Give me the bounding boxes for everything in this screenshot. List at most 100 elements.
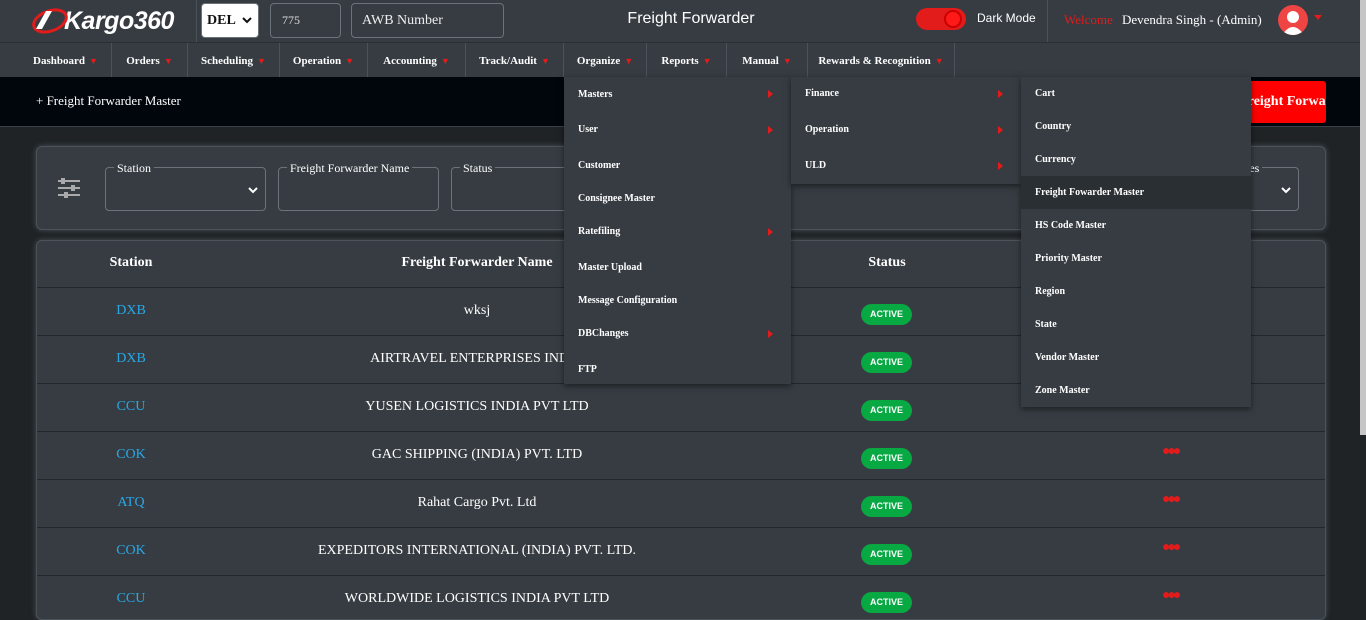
- column-header-station[interactable]: Station: [81, 255, 181, 271]
- more-actions-icon[interactable]: ●●●: [1162, 540, 1181, 556]
- dark-mode-toggle[interactable]: [916, 8, 966, 30]
- station-cell[interactable]: CCU: [81, 591, 181, 607]
- caret-down-icon: ▼: [89, 55, 98, 66]
- nav-scheduling[interactable]: Scheduling ▼: [188, 43, 280, 78]
- menu-item-ftp[interactable]: FTP: [564, 353, 791, 386]
- welcome-label: Welcome: [1064, 12, 1113, 27]
- awb-number-input[interactable]: AWB Number: [351, 3, 504, 38]
- station-cell[interactable]: CCU: [81, 399, 181, 415]
- menu-item-label: Finance: [805, 88, 839, 99]
- name-cell: WORLDWIDE LOGISTICS INDIA PVT LTD: [344, 591, 610, 606]
- menu-item-label: Operation: [805, 124, 849, 135]
- menu-item-freight-forwarder-master[interactable]: Freight Fowarder Master: [1021, 176, 1251, 209]
- menu-item-label: HS Code Master: [1035, 220, 1107, 231]
- status-badge: ACTIVE: [861, 592, 912, 613]
- user-avatar-icon: [1282, 11, 1304, 35]
- more-actions-icon[interactable]: ●●●: [1162, 588, 1181, 604]
- menu-item-region[interactable]: Region: [1021, 275, 1251, 308]
- name-filter-label: Freight Forwarder Name: [287, 161, 413, 176]
- menu-item-country[interactable]: Country: [1021, 110, 1251, 143]
- menu-item-label: Customer: [578, 160, 621, 171]
- filter-sliders-icon[interactable]: [57, 177, 81, 199]
- status-badge: ACTIVE: [861, 448, 912, 469]
- avatar[interactable]: [1278, 5, 1308, 35]
- menu-item-state[interactable]: State: [1021, 308, 1251, 341]
- nav-orders[interactable]: Orders ▼: [112, 43, 188, 78]
- logo-text: Kargo360: [64, 6, 174, 35]
- menu-item-finance[interactable]: Finance: [791, 77, 1021, 110]
- menu-item-label: ULD: [805, 160, 827, 171]
- station-select[interactable]: DEL: [201, 3, 259, 38]
- status-badge: ACTIVE: [861, 496, 912, 517]
- station-cell[interactable]: DXB: [81, 351, 181, 367]
- menu-item-hs-code-master[interactable]: HS Code Master: [1021, 209, 1251, 242]
- page-title: Freight Forwarder: [627, 10, 755, 27]
- menu-item-cart[interactable]: Cart: [1021, 77, 1251, 110]
- station-cell[interactable]: COK: [81, 543, 181, 559]
- menu-item-vendor-master[interactable]: Vendor Master: [1021, 341, 1251, 374]
- menu-item-consignee-master[interactable]: Consignee Master: [564, 182, 791, 215]
- submenu-arrow-icon: [998, 90, 1003, 98]
- menu-item-masters[interactable]: Masters: [564, 77, 791, 111]
- nav-accounting[interactable]: Accounting ▼: [368, 43, 466, 78]
- menu-item-label: Message Configuration: [578, 295, 678, 306]
- menu-item-priority-master[interactable]: Priority Master: [1021, 242, 1251, 275]
- menu-item-user[interactable]: User: [564, 113, 791, 146]
- main-nav: Dashboard ▼ Orders ▼ Scheduling ▼ Operation…: [0, 42, 1366, 78]
- caret-down-icon: ▼: [257, 55, 266, 66]
- menu-item-dbchanges[interactable]: DBChanges: [564, 317, 791, 350]
- menu-item-label: Region: [1035, 286, 1065, 297]
- menu-item-label: User: [578, 124, 598, 135]
- menu-item-master-upload[interactable]: Master Upload: [564, 251, 791, 284]
- nav-operation[interactable]: Operation ▼: [280, 43, 368, 78]
- page-scrollbar[interactable]: [1360, 0, 1366, 435]
- more-actions-icon[interactable]: ●●●: [1162, 444, 1181, 460]
- status-badge: ACTIVE: [861, 352, 912, 373]
- caret-down-icon: ▼: [934, 55, 944, 66]
- submenu-arrow-icon: [998, 162, 1003, 170]
- menu-item-zone-master[interactable]: Zone Master: [1021, 374, 1251, 407]
- table-row[interactable]: CCU WORLDWIDE LOGISTICS INDIA PVT LTD AC…: [37, 575, 1325, 619]
- station-cell[interactable]: COK: [81, 447, 181, 463]
- menu-item-operation[interactable]: Operation: [791, 113, 1021, 146]
- menu-item-label: Master Upload: [578, 262, 642, 273]
- divider: [1047, 0, 1048, 42]
- awb-prefix-input[interactable]: 775: [270, 3, 341, 38]
- caret-down-icon: ▼: [163, 55, 173, 66]
- breadcrumb[interactable]: + Freight Forwarder Master: [36, 93, 181, 109]
- table-row[interactable]: COK GAC SHIPPING (INDIA) PVT. LTD ACTIVE…: [37, 431, 1325, 479]
- menu-item-label: Freight Fowarder Master: [1035, 187, 1145, 198]
- name-cell: YUSEN LOGISTICS INDIA PVT LTD: [365, 399, 589, 414]
- chevron-down-icon[interactable]: [1313, 14, 1323, 22]
- nav-rewards[interactable]: Rewards & Recognition ▼: [808, 43, 955, 78]
- nav-dashboard[interactable]: Dashboard ▼: [20, 43, 112, 78]
- menu-item-label: Cart: [1035, 88, 1055, 99]
- station-cell[interactable]: DXB: [81, 303, 181, 319]
- nav-organize[interactable]: Organize ▼: [564, 43, 647, 78]
- column-header-status[interactable]: Status: [837, 255, 937, 271]
- menu-item-ratefiling[interactable]: Ratefiling: [564, 215, 791, 248]
- station-filter[interactable]: Station: [105, 161, 266, 211]
- menu-item-message-configuration[interactable]: Message Configuration: [564, 284, 791, 317]
- table-row[interactable]: ATQ Rahat Cargo Pvt. Ltd ACTIVE ●●●: [37, 479, 1325, 527]
- menu-item-customer[interactable]: Customer: [564, 149, 791, 182]
- nav-label: Manual: [742, 54, 779, 67]
- caret-down-icon: ▼: [345, 55, 355, 66]
- table-row[interactable]: COK EXPEDITORS INTERNATIONAL (INDIA) PVT…: [37, 527, 1325, 575]
- nav-label: Organize: [576, 54, 621, 67]
- menu-item-uld[interactable]: ULD: [791, 149, 1021, 182]
- status-badge: ACTIVE: [861, 304, 912, 325]
- nav-reports[interactable]: Reports ▼: [647, 43, 727, 78]
- nav-track-audit[interactable]: Track/Audit ▼: [466, 43, 564, 78]
- organize-menu: Masters User Customer Consignee Master R…: [564, 77, 791, 384]
- caret-down-icon: ▼: [702, 55, 712, 66]
- nav-manual[interactable]: Manual ▼: [727, 43, 808, 78]
- user-name: Devendra Singh - (Admin): [1122, 12, 1262, 27]
- menu-item-currency[interactable]: Currency: [1021, 143, 1251, 176]
- more-actions-icon[interactable]: ●●●: [1162, 492, 1181, 508]
- station-cell[interactable]: ATQ: [81, 495, 181, 511]
- station-filter-label: Station: [114, 161, 155, 176]
- freight-forwarder-name-filter[interactable]: Freight Forwarder Name: [278, 161, 439, 211]
- divider: [196, 0, 197, 42]
- logo[interactable]: Kargo360: [30, 6, 174, 36]
